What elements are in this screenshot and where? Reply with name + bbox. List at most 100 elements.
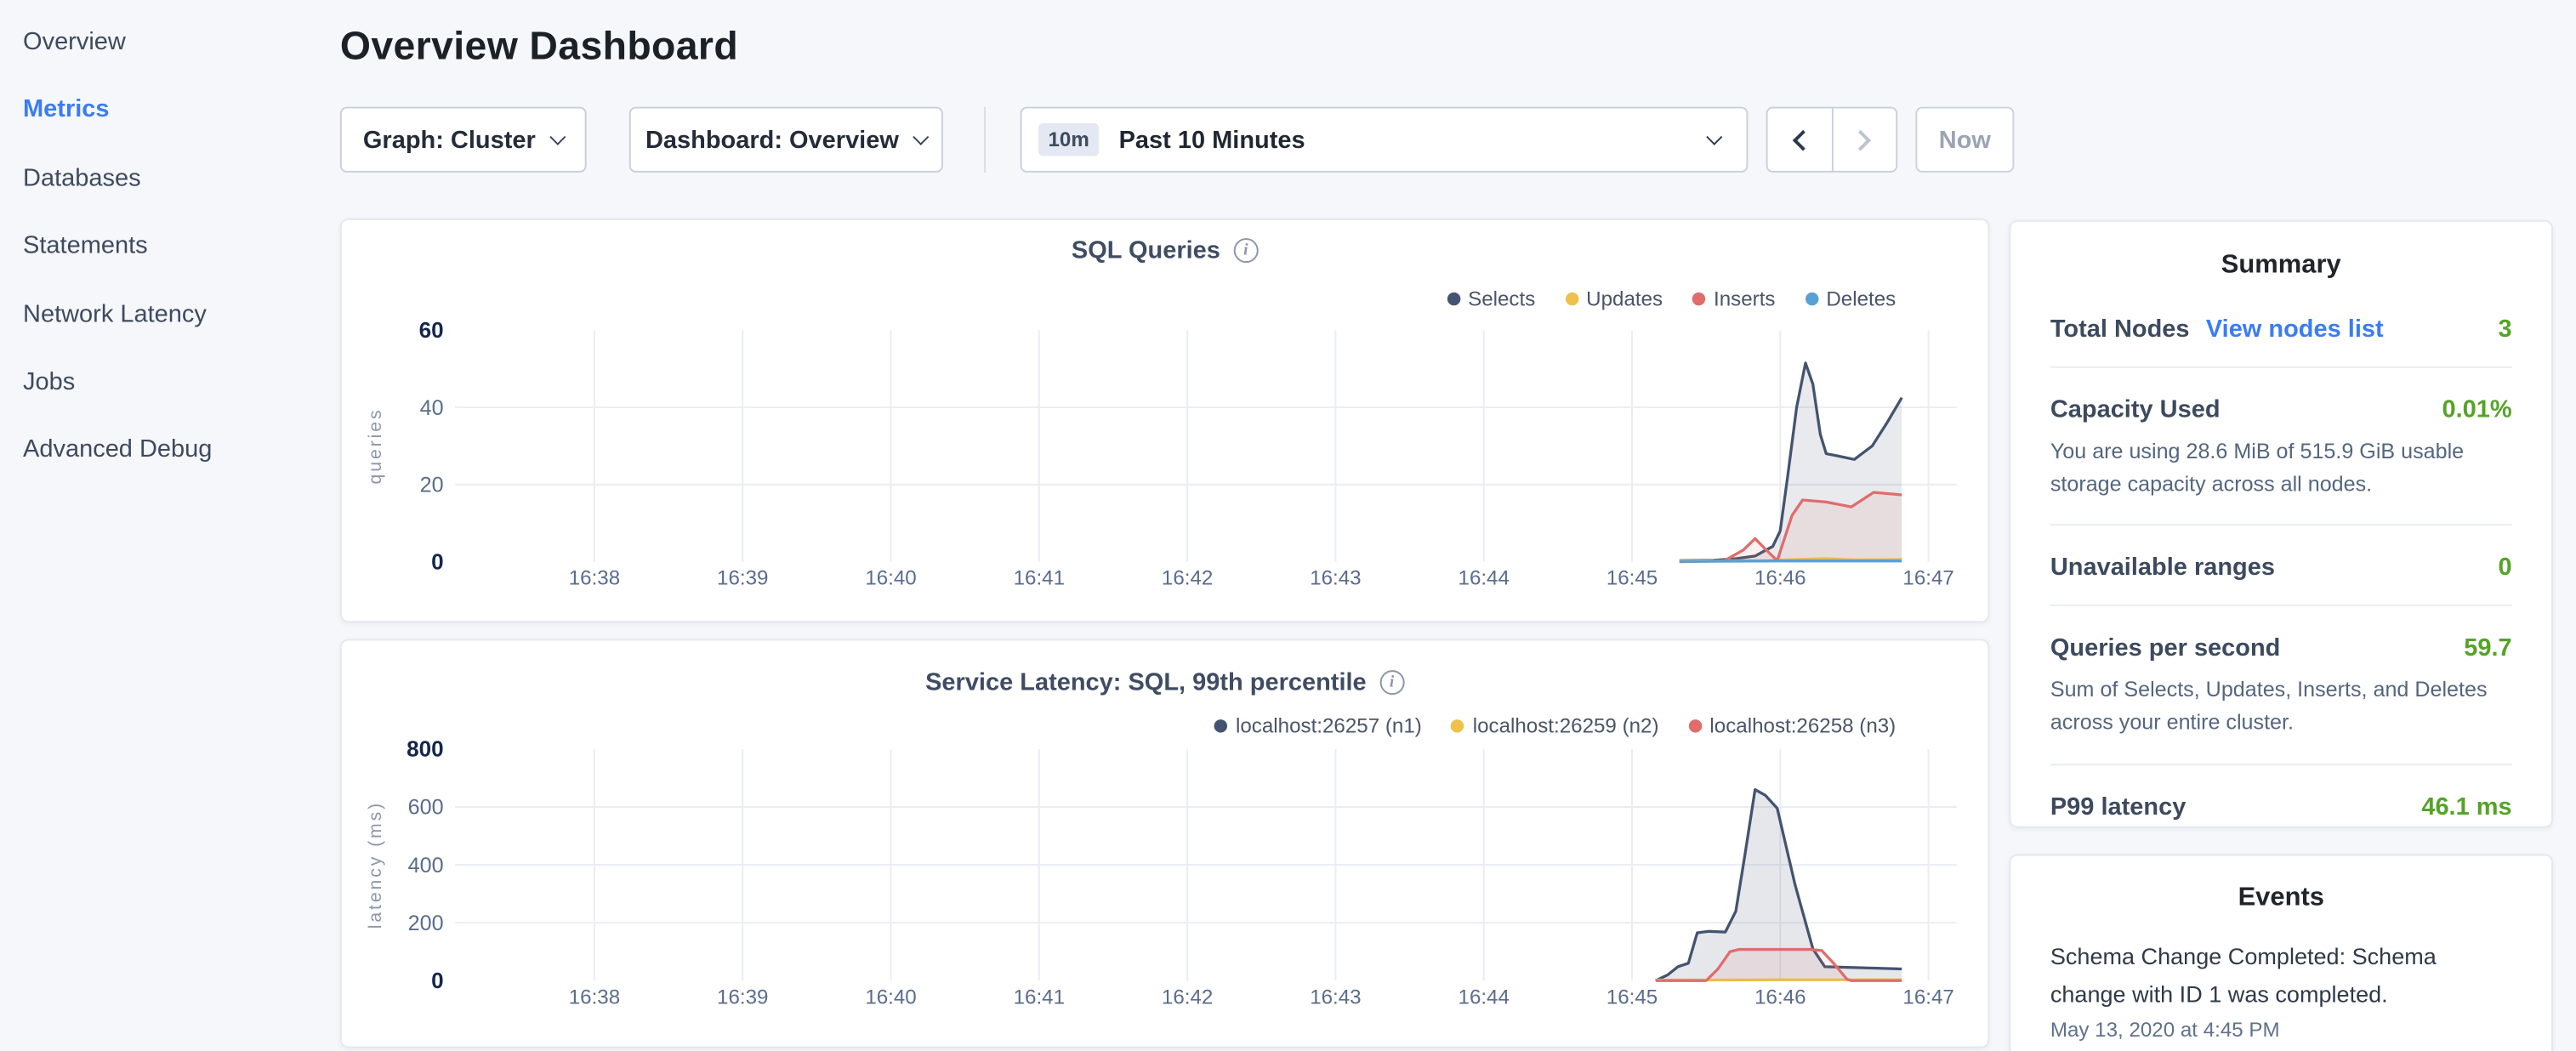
legend-item[interactable]: Updates: [1565, 287, 1663, 310]
svg-text:16:40: 16:40: [865, 986, 916, 1008]
chart-title: Service Latency: SQL, 99th percentile: [925, 668, 1367, 696]
info-icon[interactable]: i: [1233, 238, 1258, 263]
legend-dot-icon: [1214, 719, 1227, 732]
legend-label: Selects: [1468, 287, 1535, 310]
summary-value: 0.01%: [2442, 396, 2511, 424]
legend-item[interactable]: Selects: [1447, 287, 1535, 310]
svg-text:16:40: 16:40: [865, 567, 916, 590]
summary-label: Capacity Used: [2050, 396, 2221, 424]
chevron-down-icon: [913, 128, 929, 145]
svg-text:16:39: 16:39: [717, 986, 768, 1008]
summary-row-p99-latency: P99 latency 46.1 ms: [2050, 764, 2512, 844]
legend-label: Deletes: [1826, 287, 1896, 310]
svg-text:16:42: 16:42: [1162, 986, 1213, 1008]
sidebar-item-network-latency[interactable]: Network Latency: [0, 280, 328, 348]
summary-label: P99 latency: [2050, 793, 2186, 821]
chart-plot-area[interactable]: 16:3816:3916:4016:4116:4216:4316:4416:45…: [342, 315, 1991, 598]
summary-subtext: You are using 28.6 MiB of 515.9 GiB usab…: [2050, 435, 2512, 502]
chevron-right-icon: [1851, 129, 1872, 151]
svg-text:0: 0: [431, 548, 444, 574]
summary-subtext: Sum of Selects, Updates, Inserts, and De…: [2050, 674, 2512, 741]
sidebar: Overview Metrics Databases Statements Ne…: [0, 9, 328, 485]
app-root: Overview Metrics Databases Statements Ne…: [0, 0, 2576, 1051]
view-nodes-list-link[interactable]: View nodes list: [2206, 315, 2384, 344]
svg-text:16:39: 16:39: [717, 567, 768, 590]
controls-bar: Graph: Cluster Dashboard: Overview 10m P…: [0, 107, 2576, 173]
now-button[interactable]: Now: [1915, 107, 2014, 173]
chevron-down-icon: [1706, 128, 1722, 145]
summary-value: 46.1 ms: [2421, 793, 2511, 821]
graph-dropdown-label: Graph: Cluster: [363, 126, 536, 154]
svg-text:200: 200: [408, 912, 444, 935]
svg-text:60: 60: [419, 317, 444, 343]
event-message[interactable]: Schema Change Completed: Schema change w…: [2050, 938, 2512, 1013]
service-latency-chart-card: Service Latency: SQL, 99th percentile i …: [340, 639, 1989, 1048]
time-range-badge: 10m: [1038, 123, 1100, 156]
svg-text:16:46: 16:46: [1754, 986, 1805, 1008]
events-panel: Events Schema Change Completed: Schema c…: [2010, 855, 2553, 1051]
chart-title: SQL Queries: [1072, 236, 1220, 264]
svg-text:16:47: 16:47: [1902, 986, 1953, 1008]
svg-text:40: 40: [420, 396, 444, 420]
events-title: Events: [2010, 883, 2551, 913]
legend-dot-icon: [1805, 293, 1817, 305]
svg-text:800: 800: [407, 736, 443, 762]
chevron-left-icon: [1793, 129, 1814, 151]
time-step-buttons: [1766, 107, 1898, 173]
controls-divider: [984, 107, 986, 173]
svg-text:16:41: 16:41: [1014, 567, 1065, 590]
svg-text:16:41: 16:41: [1014, 986, 1065, 1008]
legend-dot-icon: [1692, 293, 1705, 305]
chevron-down-icon: [549, 128, 566, 145]
sidebar-item-jobs[interactable]: Jobs: [0, 348, 328, 416]
svg-text:16:46: 16:46: [1754, 567, 1805, 590]
summary-row-queries-per-second: Queries per second 59.7 Sum of Selects, …: [2050, 606, 2512, 764]
dashboard-dropdown-label: Dashboard: Overview: [645, 126, 899, 154]
svg-text:16:43: 16:43: [1310, 567, 1361, 590]
page-title: Overview Dashboard: [340, 25, 738, 71]
legend-dot-icon: [1565, 293, 1578, 305]
summary-label: Unavailable ranges: [2050, 554, 2275, 582]
summary-value: 3: [2499, 315, 2512, 344]
svg-text:16:42: 16:42: [1162, 567, 1213, 590]
svg-text:latency (ms): latency (ms): [365, 801, 385, 929]
next-time-button[interactable]: [1832, 108, 1896, 170]
legend-item[interactable]: Deletes: [1805, 287, 1896, 310]
chart-title-row: Service Latency: SQL, 99th percentile i: [342, 668, 1988, 696]
legend-label: Updates: [1586, 287, 1663, 310]
svg-text:16:45: 16:45: [1606, 986, 1658, 1008]
svg-text:16:38: 16:38: [569, 567, 620, 590]
svg-text:16:44: 16:44: [1459, 986, 1510, 1008]
svg-text:0: 0: [431, 968, 444, 993]
summary-label: Queries per second: [2050, 634, 2281, 662]
svg-text:16:43: 16:43: [1310, 986, 1361, 1008]
summary-value: 59.7: [2464, 634, 2511, 662]
svg-text:16:47: 16:47: [1902, 567, 1953, 590]
svg-text:16:45: 16:45: [1606, 567, 1658, 590]
graph-dropdown[interactable]: Graph: Cluster: [340, 107, 587, 173]
legend-label: Inserts: [1714, 287, 1775, 310]
summary-row-total-nodes: Total Nodes View nodes list 3: [2050, 281, 2512, 367]
svg-text:20: 20: [420, 474, 444, 497]
svg-text:600: 600: [408, 796, 444, 820]
dashboard-dropdown[interactable]: Dashboard: Overview: [629, 107, 943, 173]
legend-item[interactable]: Inserts: [1692, 287, 1776, 310]
legend-dot-icon: [1447, 293, 1459, 305]
sidebar-item-overview[interactable]: Overview: [0, 9, 328, 77]
summary-row-unavailable-ranges: Unavailable ranges 0: [2050, 526, 2512, 607]
chart-plot-area[interactable]: 16:38 16:39 16:40 16:41 16:42 16:43 16:44 16:45…: [342, 734, 1991, 1016]
sidebar-item-statements[interactable]: Statements: [0, 213, 328, 281]
sql-queries-chart-card: SQL Queries i Selects Updates Inserts Delet…: [340, 219, 1989, 622]
event-timestamp: May 13, 2020 at 4:45 PM: [2050, 1019, 2512, 1042]
info-icon[interactable]: i: [1379, 670, 1404, 695]
prev-time-button[interactable]: [1768, 108, 1832, 170]
sidebar-item-advanced-debug[interactable]: Advanced Debug: [0, 416, 328, 484]
legend-dot-icon: [1452, 719, 1464, 732]
summary-label: Total Nodes: [2050, 315, 2190, 344]
chart-title-row: SQL Queries i: [342, 236, 1988, 264]
svg-text:16:38: 16:38: [569, 986, 620, 1008]
summary-title: Summary: [2010, 252, 2551, 281]
time-range-dropdown[interactable]: 10m Past 10 Minutes: [1021, 107, 1749, 173]
summary-panel: Summary Total Nodes View nodes list 3 Ca…: [2010, 220, 2553, 828]
events-body: Schema Change Completed: Schema change w…: [2010, 938, 2551, 1042]
